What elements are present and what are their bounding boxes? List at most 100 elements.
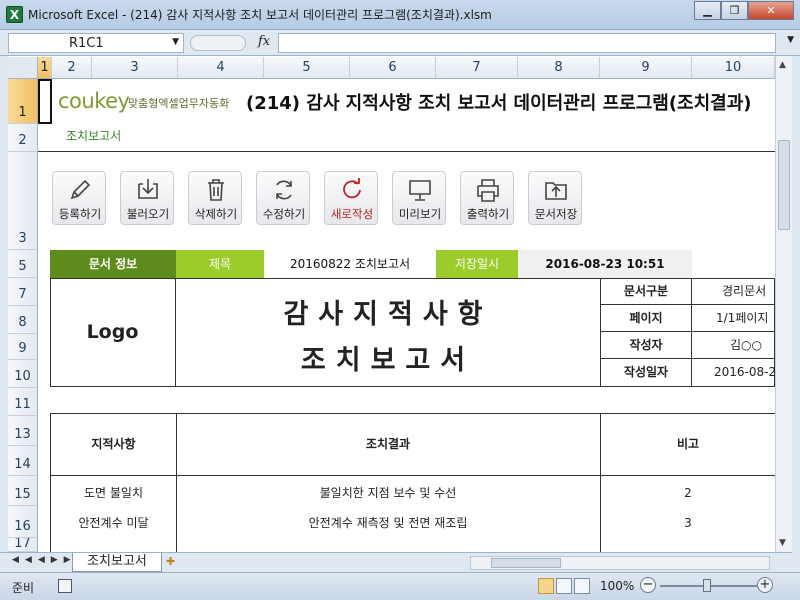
row-header[interactable]: 11 <box>8 388 38 416</box>
pencil-icon <box>70 179 91 200</box>
zoom-slider-thumb[interactable] <box>703 579 711 592</box>
vertical-scrollbar[interactable]: ▲ ▼ <box>775 56 792 552</box>
column-header[interactable]: 10 <box>692 57 775 79</box>
meta-row: 작성일자 2016-08-22 <box>600 359 775 386</box>
print-label: 출력하기 <box>466 207 510 221</box>
table-cell[interactable]: 안전계수 미달 <box>51 508 176 538</box>
meta-value[interactable]: 2016-08-22 <box>714 359 775 386</box>
row-header[interactable]: 10 <box>8 360 38 388</box>
row-header[interactable]: 16 <box>8 506 38 538</box>
scroll-up-icon[interactable]: ▲ <box>779 60 786 70</box>
formula-splitter[interactable] <box>190 35 246 51</box>
vertical-scroll-thumb[interactable] <box>778 140 790 230</box>
load-button[interactable]: 불러오기 <box>120 171 174 225</box>
edit-button[interactable]: 수정하기 <box>256 171 310 225</box>
restore-button[interactable]: ❐ <box>721 1 748 20</box>
normal-view-icon[interactable] <box>538 578 554 594</box>
page-layout-view-icon[interactable] <box>556 578 572 594</box>
report-title-line1: 감사지적사항 <box>283 299 493 330</box>
window-title: Microsoft Excel - (214) 감사 지적사항 조치 보고서 데… <box>28 8 492 22</box>
macro-record-icon[interactable] <box>58 579 72 593</box>
new-document-button[interactable]: 새로작성 <box>324 171 378 225</box>
zoom-in-icon[interactable]: + <box>757 577 773 593</box>
expand-formula-icon[interactable]: ▼ <box>787 35 794 45</box>
row-header[interactable]: 9 <box>8 334 38 360</box>
row-header[interactable]: 17 <box>8 538 38 552</box>
status-ready: 준비 <box>12 581 35 595</box>
save-document-button[interactable]: 문서저장 <box>528 171 582 225</box>
row-header[interactable]: 5 <box>8 250 38 278</box>
print-button[interactable]: 출력하기 <box>460 171 514 225</box>
excel-app-icon[interactable]: X <box>6 6 23 23</box>
column-heading-note: 비고 <box>600 414 775 476</box>
table-cell[interactable]: 안전계수 재측정 및 전면 재조립 <box>176 508 600 538</box>
meta-value[interactable]: 1/1페이지 <box>716 305 775 332</box>
formula-input[interactable] <box>278 33 776 53</box>
page-break-view-icon[interactable] <box>574 578 590 594</box>
formula-bar: R1C1 ▼ fx ▼ <box>0 30 800 56</box>
window-controls: ▁ ❐ ✕ <box>694 1 794 20</box>
column-header[interactable]: 1 <box>38 57 52 79</box>
row-header[interactable]: 1 <box>8 79 38 124</box>
new-icon <box>343 178 361 199</box>
row-header[interactable]: 2 <box>8 124 38 152</box>
row-header[interactable]: 3 <box>8 152 38 250</box>
meta-value[interactable]: 김○○ <box>730 332 775 359</box>
name-box-value: R1C1 <box>69 36 104 51</box>
name-box[interactable]: R1C1 ▼ <box>8 33 184 53</box>
minimize-button[interactable]: ▁ <box>694 1 721 20</box>
title-value[interactable]: 20160822 조치보고서 <box>264 250 436 278</box>
horizontal-scroll-thumb[interactable] <box>491 558 561 568</box>
column-header[interactable]: 2 <box>52 57 92 79</box>
column-header[interactable]: 5 <box>264 57 350 79</box>
report-title-line2: 조치보고서 <box>300 345 476 376</box>
divider <box>38 151 775 152</box>
findings-table: 지적사항 조치결과 비고 도면 불일치 불일치한 지점 보수 및 수선 2 안전… <box>50 413 775 552</box>
save-document-label: 문서저장 <box>534 207 578 221</box>
meta-label: 작성일자 <box>600 359 692 386</box>
table-cell[interactable]: 불일치한 지점 보수 및 수선 <box>176 478 600 508</box>
saved-value[interactable]: 2016-08-23 10:51 <box>518 250 692 278</box>
column-header[interactable]: 6 <box>350 57 436 79</box>
delete-label: 삭제하기 <box>194 207 238 221</box>
new-document-label: 새로작성 <box>330 207 374 221</box>
row-header[interactable]: 14 <box>8 446 38 476</box>
row-header[interactable]: 13 <box>8 416 38 446</box>
zoom-level[interactable]: 100% <box>600 579 634 593</box>
column-header[interactable]: 9 <box>600 57 692 79</box>
row-header[interactable]: 15 <box>8 476 38 506</box>
close-button[interactable]: ✕ <box>748 1 794 20</box>
insert-function-icon[interactable]: fx <box>258 34 270 49</box>
register-button[interactable]: 등록하기 <box>52 171 106 225</box>
brand-logo: coukey <box>58 89 130 113</box>
column-header[interactable]: 3 <box>92 57 178 79</box>
brand-tagline: 맞춤형엑셀업무자동화 <box>128 97 230 110</box>
table-cell[interactable]: 도면 불일치 <box>51 478 176 508</box>
doc-info-label: 문서 정보 <box>50 250 176 278</box>
delete-button[interactable]: 삭제하기 <box>188 171 242 225</box>
horizontal-scrollbar[interactable] <box>470 556 770 570</box>
column-header[interactable]: 8 <box>518 57 600 79</box>
sheet-tab-bar: ◀◀◀▶▶▶ 조치보고서 ✚ <box>0 552 792 572</box>
column-header[interactable]: 4 <box>178 57 264 79</box>
select-all-corner[interactable] <box>8 57 38 79</box>
zoom-out-icon[interactable]: − <box>640 577 656 593</box>
table-cell[interactable]: 3 <box>600 508 775 538</box>
sheet-tab-active[interactable]: 조치보고서 <box>72 553 162 572</box>
insert-sheet-icon[interactable]: ✚ <box>166 555 184 570</box>
printer-icon <box>477 179 499 202</box>
row-header[interactable]: 7 <box>8 278 38 306</box>
table-cell[interactable]: 2 <box>600 478 775 508</box>
saved-label: 저장일시 <box>436 250 518 278</box>
worksheet[interactable]: coukey 맞춤형엑셀업무자동화 (214) 감사 지적사항 조치 보고서 데… <box>38 79 775 552</box>
monitor-icon <box>409 180 431 201</box>
column-header[interactable]: 7 <box>436 57 518 79</box>
scroll-down-icon[interactable]: ▼ <box>779 538 786 548</box>
meta-value[interactable]: 경리문서 <box>722 278 775 305</box>
sheet-title: (214) 감사 지적사항 조치 보고서 데이터관리 프로그램(조치결과) <box>246 93 752 114</box>
row-header[interactable]: 8 <box>8 306 38 334</box>
chevron-down-icon[interactable]: ▼ <box>172 37 179 47</box>
refresh-icon <box>276 180 292 200</box>
preview-button[interactable]: 미리보기 <box>392 171 446 225</box>
meta-label: 페이지 <box>600 305 692 332</box>
